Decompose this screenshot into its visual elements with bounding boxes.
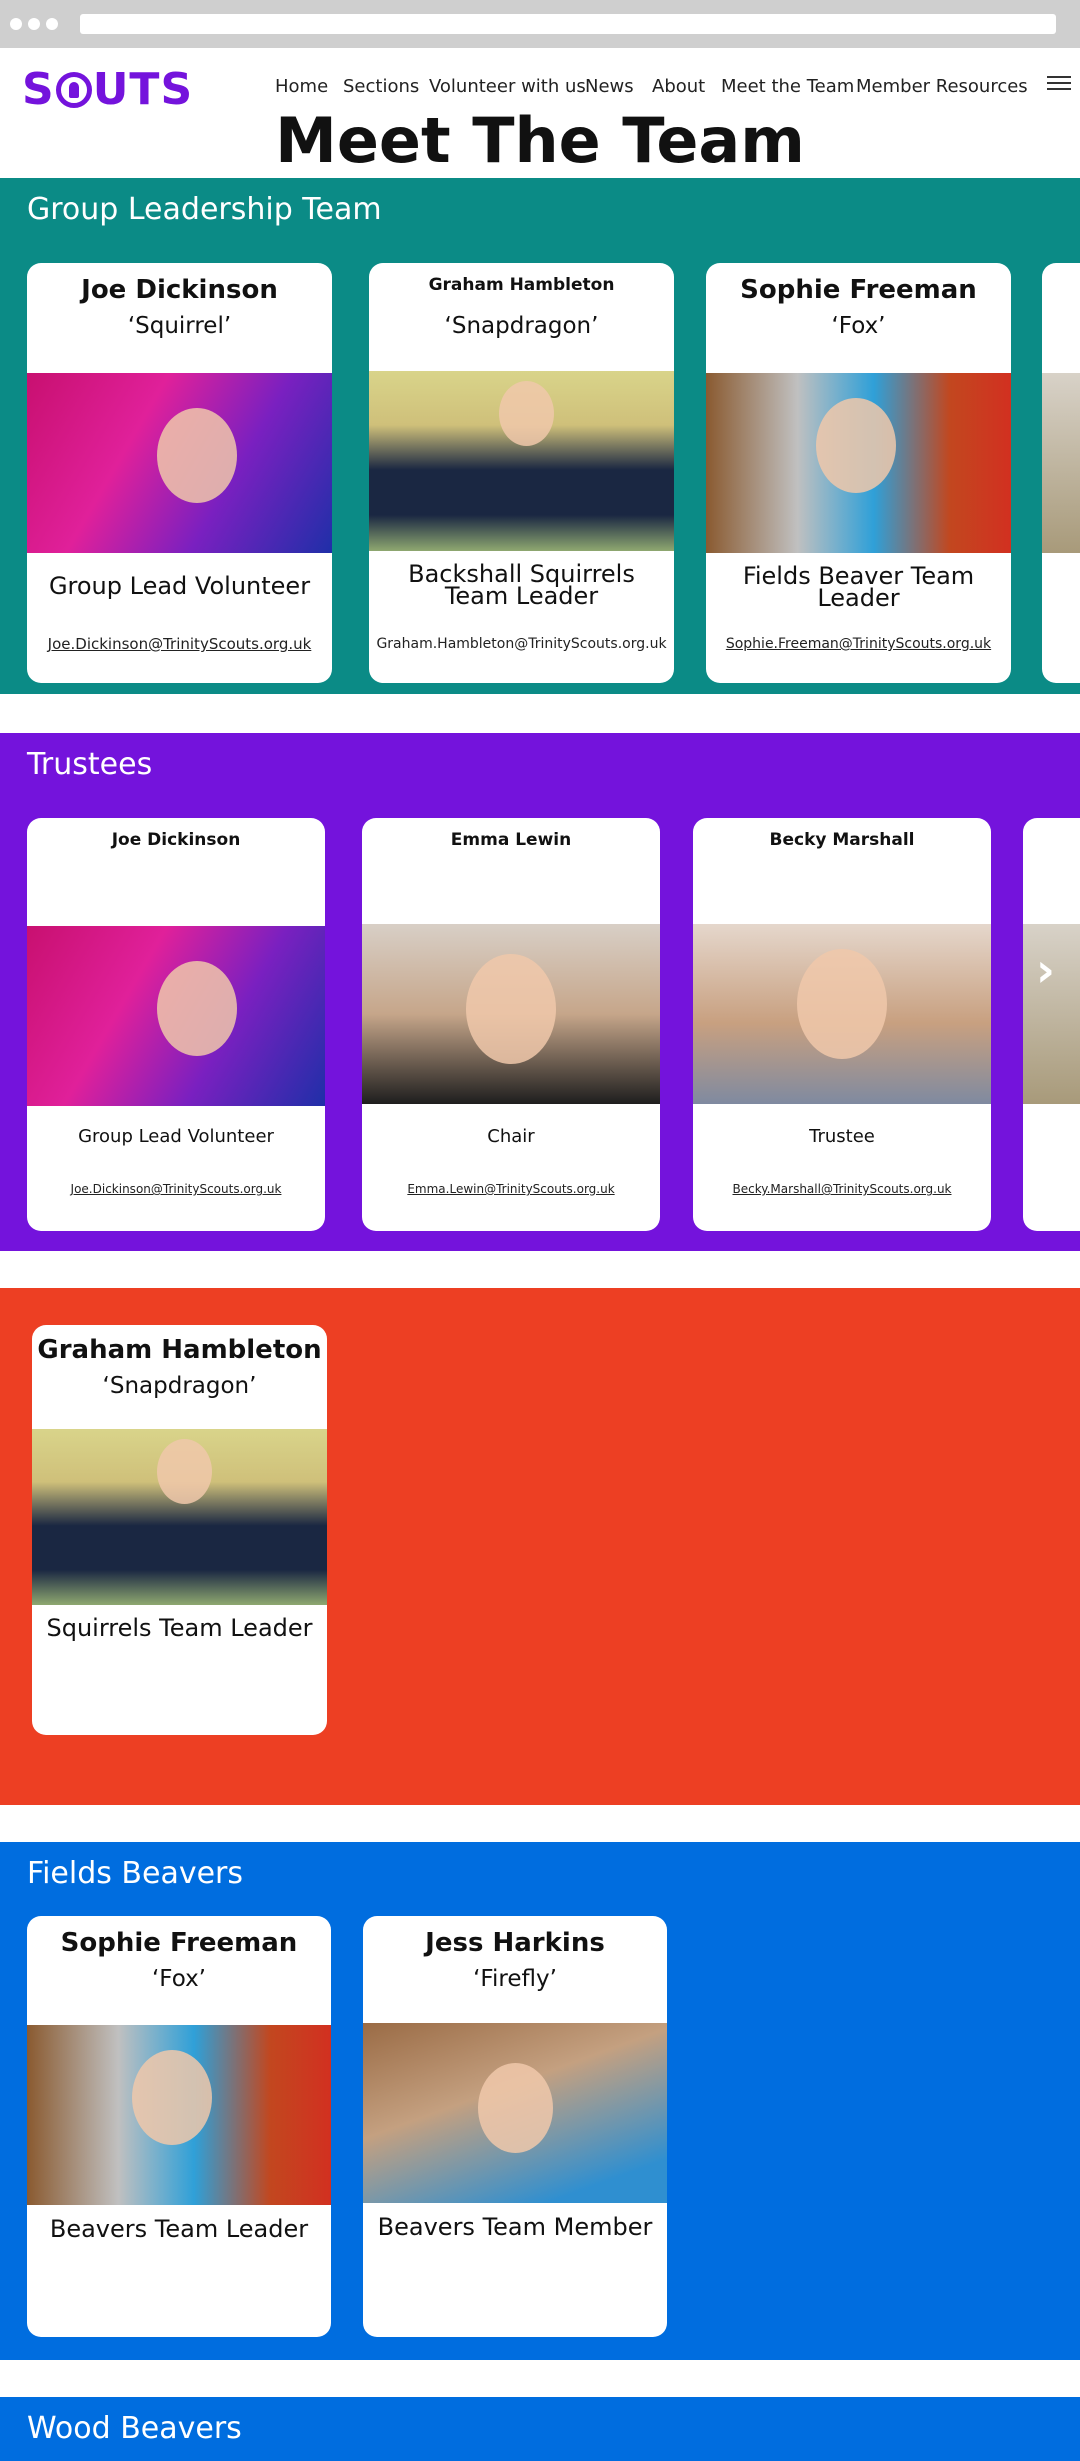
section-title: Wood Beavers: [27, 2411, 242, 2446]
window-dot-icon[interactable]: [10, 18, 22, 30]
member-nickname: ‘Squirrel’: [127, 313, 232, 339]
section-title: Fields Beavers: [27, 1856, 244, 1891]
member-photo: [369, 371, 674, 551]
member-name: Sophie Freeman: [60, 1928, 298, 1958]
fleur-de-lis-icon: [55, 72, 92, 108]
member-role: Backshall Squirrels Team Leader: [408, 560, 635, 610]
member-role: Group Lead Volunteer: [78, 1126, 274, 1147]
member-role: Fields Beaver Team Leader: [742, 562, 975, 612]
member-photo: [32, 1429, 327, 1605]
browser-chrome: [0, 0, 1080, 48]
menu-icon[interactable]: [1047, 72, 1071, 94]
member-photo: [27, 373, 332, 553]
team-card[interactable]: Sophie Freeman ‘Fox’ Beavers Team Leader: [27, 1916, 331, 2337]
member-role: Group Lead Volunteer: [48, 572, 311, 600]
section-title: Group Leadership Team: [27, 192, 382, 227]
carousel-next-arrow-icon[interactable]: ›: [1036, 943, 1055, 997]
window-dot-icon[interactable]: [28, 18, 40, 30]
member-photo: [27, 2025, 331, 2205]
member-photo: [27, 926, 325, 1106]
team-card[interactable]: Graham Hambleton ‘Snapdragon’ Squirrels …: [32, 1325, 327, 1735]
trustee-card[interactable]: Emma Lewin Chair Emma.Lewin@TrinityScout…: [362, 818, 660, 1231]
team-card[interactable]: Graham Hambleton ‘Snapdragon’ Backshall …: [369, 263, 674, 683]
member-name: Joe Dickinson: [111, 830, 241, 850]
section-wood-beavers: Wood Beavers: [0, 2397, 1080, 2461]
address-bar[interactable]: [80, 14, 1056, 34]
member-photo: [693, 924, 991, 1104]
page-title: Meet The Team: [275, 104, 805, 177]
section-squirrels: Graham Hambleton ‘Snapdragon’ Squirrels …: [0, 1288, 1080, 1805]
window-dot-icon[interactable]: [46, 18, 58, 30]
member-role: Chair: [487, 1126, 535, 1147]
nav-sections[interactable]: Sections: [343, 76, 419, 97]
member-nickname: ‘Firefly’: [473, 1966, 557, 1992]
team-card[interactable]: Jess Harkins ‘Firefly’ Beavers Team Memb…: [363, 1916, 667, 2337]
member-nickname: ‘Snapdragon’: [444, 313, 599, 339]
section-title: Trustees: [27, 747, 153, 782]
member-email[interactable]: Sophie.Freeman@TrinityScouts.org.uk: [706, 636, 1011, 652]
section-group-leadership: Group Leadership Team Joe Dickinson ‘Squ…: [0, 178, 1080, 694]
member-photo: [1042, 373, 1080, 553]
nav-meet-the-team[interactable]: Meet the Team: [721, 76, 854, 97]
member-email[interactable]: Graham.Hambleton@TrinityScouts.org.uk: [369, 636, 674, 652]
team-card-partial[interactable]: [1042, 263, 1080, 683]
member-photo: [362, 924, 660, 1104]
section-trustees: Trustees Joe Dickinson Group Lead Volunt…: [0, 733, 1080, 1251]
member-name: Jess Harkins: [425, 1928, 605, 1958]
trustee-card[interactable]: Becky Marshall Trustee Becky.Marshall@Tr…: [693, 818, 991, 1231]
member-nickname: ‘Fox’: [151, 1966, 206, 1992]
member-role: Beavers Team Member: [377, 2213, 653, 2241]
member-name: Graham Hambleton: [37, 1335, 322, 1365]
nav-about[interactable]: About: [652, 76, 705, 97]
member-name: Graham Hambleton: [428, 275, 615, 295]
member-name: Sophie Freeman: [740, 275, 977, 305]
member-nickname: ‘Fox’: [831, 313, 886, 339]
member-role: Trustee: [809, 1126, 875, 1147]
member-name: Joe Dickinson: [81, 275, 278, 305]
nav-home[interactable]: Home: [275, 76, 328, 97]
member-name: Becky Marshall: [769, 830, 915, 850]
team-card[interactable]: Sophie Freeman ‘Fox’ Fields Beaver Team …: [706, 263, 1011, 683]
member-email[interactable]: Emma.Lewin@TrinityScouts.org.uk: [362, 1182, 660, 1196]
member-photo: [706, 373, 1011, 553]
team-card[interactable]: Joe Dickinson ‘Squirrel’ Group Lead Volu…: [27, 263, 332, 683]
member-email[interactable]: Becky.Marshall@TrinityScouts.org.uk: [693, 1182, 991, 1196]
nav-member-resources[interactable]: Member Resources: [856, 76, 1028, 97]
trustee-card[interactable]: Joe Dickinson Group Lead Volunteer Joe.D…: [27, 818, 325, 1231]
trustee-card-partial[interactable]: [1023, 818, 1080, 1231]
member-name: Emma Lewin: [450, 830, 572, 850]
section-fields-beavers: Fields Beavers Sophie Freeman ‘Fox’ Beav…: [0, 1842, 1080, 2360]
member-photo: [363, 2023, 667, 2203]
member-role: Beavers Team Leader: [49, 2215, 309, 2243]
member-role: Squirrels Team Leader: [46, 1614, 313, 1642]
member-nickname: ‘Snapdragon’: [102, 1373, 257, 1399]
nav-volunteer[interactable]: Volunteer with us: [429, 76, 586, 97]
nav-news[interactable]: News: [585, 76, 634, 97]
member-email[interactable]: Joe.Dickinson@TrinityScouts.org.uk: [27, 1182, 325, 1196]
member-email[interactable]: Joe.Dickinson@TrinityScouts.org.uk: [27, 635, 332, 653]
